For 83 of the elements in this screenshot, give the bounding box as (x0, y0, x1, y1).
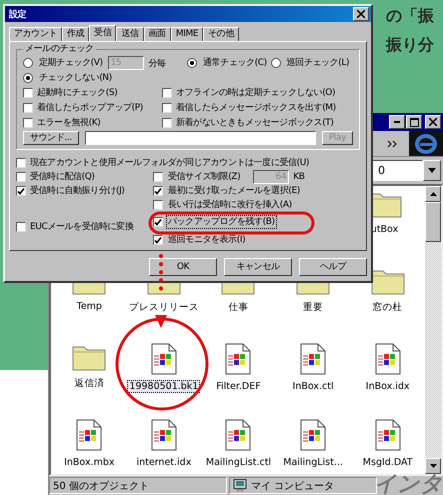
checkbox-option[interactable]: 着信したらメッセージボックスを出す(M) (162, 102, 336, 114)
article-text: の「振 (386, 6, 434, 27)
document-icon[interactable] (299, 343, 328, 375)
checkbox-option[interactable]: 受信時に自動振り分け(J) (16, 184, 153, 198)
sound-path-field[interactable] (84, 131, 316, 145)
dialog-button[interactable]: ヘルプ (299, 258, 367, 276)
dialog-button[interactable]: サウンド... (23, 131, 79, 145)
checkbox-option[interactable]: 受信サイズ制限(Z) (153, 171, 242, 183)
close-icon (429, 118, 437, 126)
file-name[interactable]: 仕事 (226, 300, 250, 315)
close-button[interactable] (353, 7, 369, 21)
file-name[interactable]: Temp (74, 300, 104, 313)
browser-logo-icon (409, 131, 443, 156)
radio-option[interactable]: 通常チェック(C) (187, 57, 267, 69)
article-text: 振り分 (386, 35, 434, 56)
dialog-button[interactable]: OK (149, 258, 217, 276)
close-button[interactable] (425, 115, 441, 129)
radio-option[interactable]: チェックしない(N) (23, 72, 112, 84)
unit-label: KB (293, 172, 304, 182)
tab[interactable]: 受信 (89, 25, 116, 41)
file-name[interactable]: 重要 (301, 300, 326, 315)
checkbox-option[interactable]: 現在アカウントと使用メールフォルダが同じアカウントは一度に受信(U) (16, 156, 360, 170)
status-text: 50 個のオブジェクト (49, 477, 227, 494)
caret-icon (428, 168, 436, 173)
scroll-thumb[interactable] (425, 202, 441, 242)
radio-option[interactable]: 巡回チェック(L) (270, 57, 350, 69)
document-icon[interactable] (374, 419, 402, 451)
file-name[interactable]: MsgId.DAT (360, 456, 415, 469)
file-name[interactable]: 19980501.bk1 (127, 380, 200, 393)
status-text: マイ コンピュータ (251, 480, 334, 492)
unit-label: 分毎 (148, 58, 166, 70)
checkbox-option[interactable]: EUCメールを受信時に変換 (16, 220, 153, 234)
maximize-button[interactable] (406, 115, 422, 129)
scrollbar[interactable] (425, 186, 441, 474)
checkmark-icon (154, 236, 162, 244)
dialog-button[interactable]: キャンセル (224, 258, 292, 276)
document-icon[interactable] (374, 343, 402, 375)
group-title: メールのチェック (23, 44, 96, 55)
file-name[interactable]: プレスリリース (126, 300, 201, 315)
tab[interactable]: MIME (170, 27, 204, 41)
checkbox-option[interactable]: 新着がないときもメッセージボックス(T) (162, 117, 334, 129)
chevron-icon[interactable] (387, 140, 397, 148)
checkbox-option[interactable]: 長い行は受信時に改行を挿入(A) (153, 199, 293, 211)
file-name[interactable]: InBox.idx (364, 380, 412, 393)
checkmark-icon (154, 218, 162, 226)
checkmark-icon (154, 188, 162, 194)
file-name[interactable]: MailingList.ctl (204, 456, 274, 469)
document-icon[interactable] (150, 419, 178, 451)
document-icon[interactable] (299, 419, 328, 451)
document-icon[interactable] (75, 419, 104, 451)
computer-icon (233, 479, 247, 492)
document-icon[interactable] (150, 343, 178, 375)
maximize-icon (410, 118, 418, 126)
checkbox-option[interactable]: オフラインの時は定期チェックしない(O) (162, 87, 336, 99)
close-icon (357, 10, 365, 18)
dropdown-button[interactable] (423, 160, 441, 181)
file-name[interactable]: internet.idx (134, 456, 194, 469)
file-name[interactable]: Filter.DEF (214, 380, 263, 393)
checkbox-option[interactable]: 着信したらポップアップ(P) (23, 102, 143, 114)
window-title: 設定 (9, 8, 26, 20)
checkbox-option[interactable]: バックアップログを残す(B) (153, 216, 276, 228)
checkbox-option[interactable]: 最初に受け取ったメールを選択(E) (153, 185, 301, 197)
file-name[interactable]: 窓の杜 (370, 300, 405, 315)
tab[interactable]: アカウント (9, 27, 62, 41)
tab[interactable]: 送信 (116, 27, 144, 41)
document-icon[interactable] (224, 419, 252, 451)
file-name[interactable]: 返信済 (72, 376, 106, 391)
tab[interactable]: その他 (203, 27, 239, 41)
minimize-icon (394, 121, 400, 123)
checkbox-option[interactable]: 受信時に配信(Q) (16, 170, 153, 184)
minimize-button[interactable] (389, 115, 405, 129)
tab[interactable]: 作成 (62, 27, 90, 41)
checkbox-option[interactable]: エラーを無視(K) (23, 117, 100, 129)
document-icon[interactable] (224, 343, 252, 375)
tab[interactable]: 画面 (144, 27, 171, 41)
checkbox-option[interactable]: 巡回モニタを表示(I) (153, 234, 246, 246)
checkmark-icon (17, 188, 25, 194)
down-arrow-icon (430, 464, 436, 468)
checkbox-option[interactable]: 起動時にチェック(S) (23, 87, 118, 99)
file-name[interactable]: InBox.mbx (62, 456, 116, 469)
file-name[interactable]: InBox.ctl (290, 380, 336, 393)
up-arrow-icon (430, 192, 436, 196)
file-name[interactable]: MailingList... (281, 456, 345, 469)
